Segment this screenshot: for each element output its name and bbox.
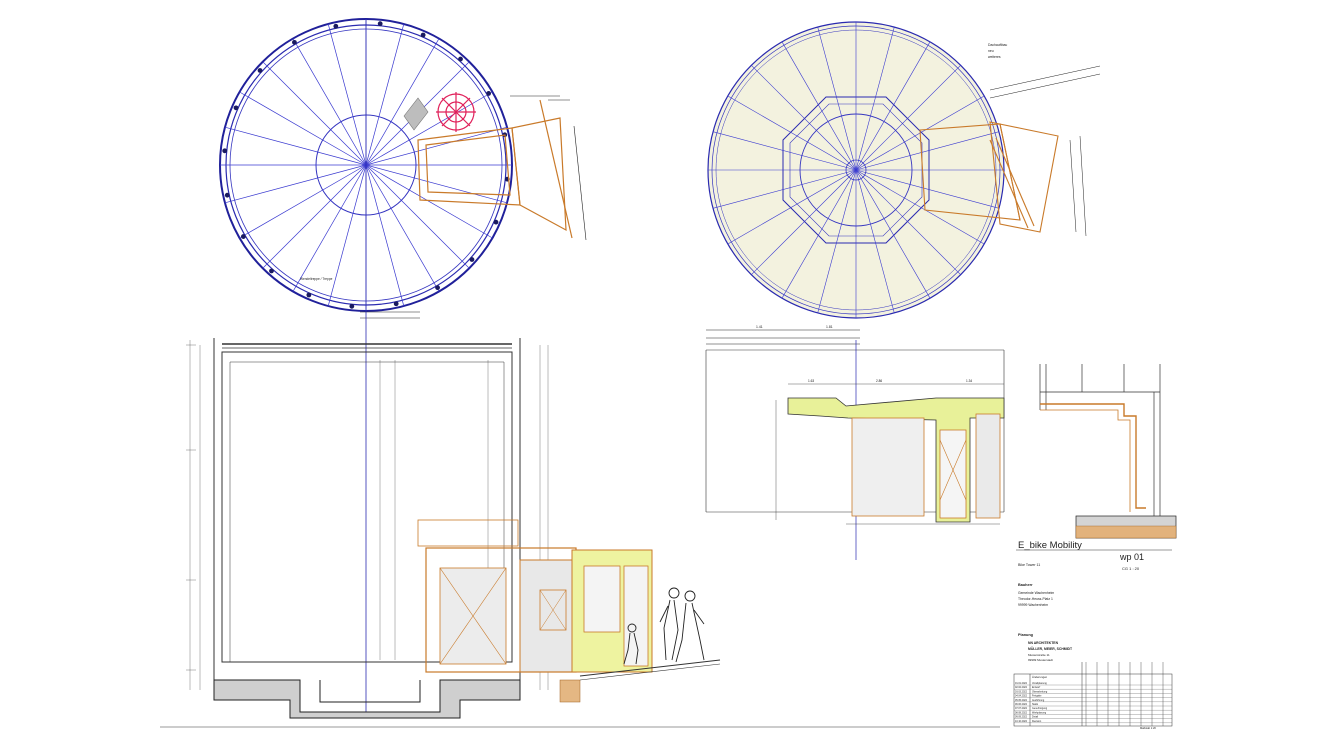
left-plan-note: Wendeltreppe / Treppe [300, 277, 333, 281]
radial-line [292, 164, 367, 292]
plan-scale: CG 1 : 20 [1122, 566, 1140, 571]
revision-text: Vorabplanung [1032, 682, 1047, 685]
revision-date: 04.04.2022 [1015, 695, 1028, 698]
radial-line [224, 126, 367, 166]
revision-text: Revision [1032, 720, 1042, 723]
radial-line [365, 91, 493, 166]
radial-line [239, 91, 367, 166]
column-node [349, 303, 355, 309]
plan-number: wp 01 [1119, 552, 1144, 562]
revision-text: Ausführung [1032, 699, 1045, 702]
radial-line [327, 164, 367, 307]
revision-text: Genehmigung [1032, 707, 1048, 710]
radial-line [262, 61, 367, 166]
footer-scale: Maßstab 1:20 [1140, 726, 1156, 730]
column-node [240, 234, 246, 239]
client-line-1: Gemeinde Wachenheim [1018, 591, 1054, 595]
radial-line [365, 164, 508, 204]
title-block: E_bike Mobility Bike Tower 11 wp 01 CG 1… [1013, 540, 1173, 730]
project-subtitle: Bike Tower 11 [1018, 563, 1040, 567]
bike-rack-symbol [436, 92, 476, 132]
radial-line [365, 164, 405, 307]
revision-date: 10.10.2022 [1015, 720, 1028, 723]
radial-line [365, 164, 470, 269]
revision-text: Freigabe [1032, 695, 1042, 698]
column-node [292, 39, 297, 45]
column-node [333, 23, 339, 29]
radial-line [365, 126, 508, 166]
detail-section: 1.63 2.86 1.34 [705, 340, 1177, 560]
right-plan-radial-lines [708, 22, 1004, 318]
revision-date: 03.03.2022 [1015, 690, 1028, 693]
right-plan-note-1: Dachauftbau [988, 43, 1007, 47]
revision-text: Werkplanung [1032, 711, 1047, 714]
column-node [469, 257, 475, 262]
annex-elevation [417, 519, 653, 703]
client-label: Bauherr [1018, 583, 1033, 587]
radial-line [224, 164, 367, 204]
revisions-label: Änderungen [1032, 675, 1048, 679]
column-node [435, 285, 440, 291]
column-node [222, 148, 228, 154]
revision-date: 09.09.2022 [1015, 716, 1028, 719]
revision-date: 07.07.2022 [1015, 707, 1028, 710]
planner-line-2: MÜLLER, MEIER, SCHMIDT [1028, 646, 1073, 651]
radial-line [239, 164, 367, 239]
foundation-hatch [213, 679, 521, 719]
revision-text: Überarbeitung [1032, 690, 1048, 693]
revision-grid [1085, 662, 1164, 726]
revision-date: 05.05.2022 [1015, 699, 1028, 702]
column-node [257, 68, 263, 73]
revision-date: 02.02.2022 [1015, 686, 1028, 689]
planner-label: Planung [1018, 633, 1034, 637]
column-node [486, 91, 492, 96]
right-floor-plan: Dachauftbau neu weiteres 1.41 1.81 [706, 21, 1101, 345]
project-title: E_bike Mobility [1018, 540, 1082, 551]
client-line-3: 99999 Wachenheim [1018, 603, 1048, 607]
right-plan-dim-a: 1.41 [756, 325, 763, 329]
revision-rows: 01.01.2022 Vorabplanung 02.02.2022 Entwurf 0… [1014, 682, 1172, 723]
column-node [224, 192, 230, 198]
column-node [269, 268, 274, 274]
planner-line-4: 99999 Musterstadt [1028, 658, 1053, 662]
left-floor-plan: Wendeltreppe / Treppe [219, 18, 587, 319]
revision-date: 01.01.2022 [1015, 682, 1028, 685]
column-node [233, 105, 239, 111]
detail-dim-3: 1.34 [966, 379, 972, 383]
planner-line-1: NN ARCHITEKTEN [1028, 641, 1059, 645]
detail-dim-1: 1.63 [808, 379, 814, 383]
client-line-2: Theodor-Heuss-Platz 1 [1018, 597, 1053, 601]
revision-date: 08.08.2022 [1015, 711, 1028, 714]
radial-line [262, 164, 367, 269]
column-node [377, 21, 383, 27]
revision-text: Entwurf [1032, 686, 1040, 689]
right-plan-dim-b: 1.81 [826, 325, 833, 329]
column-node [393, 301, 399, 307]
radial-line [365, 23, 405, 166]
revision-date: 06.06.2022 [1015, 703, 1028, 706]
revision-text: Detail [1032, 716, 1039, 719]
right-plan-note-2: neu [988, 49, 994, 53]
column-node [420, 32, 426, 38]
radial-line [327, 23, 367, 166]
detail-dim-2: 2.86 [876, 379, 882, 383]
column-node [493, 219, 499, 225]
radial-line [292, 38, 367, 166]
column-node [306, 292, 312, 298]
planner-line-3: Musterstraße 11 [1028, 653, 1050, 657]
radial-line [365, 164, 493, 239]
wall-detail [1039, 364, 1161, 520]
radial-line [365, 38, 440, 166]
revision-text: Statik [1032, 703, 1039, 706]
drawing-sheet: Wendeltreppe / Treppe Dachauftbau neu we… [160, 18, 1177, 730]
right-plan-note-3: weiteres [988, 55, 1001, 59]
column-node [458, 56, 463, 62]
